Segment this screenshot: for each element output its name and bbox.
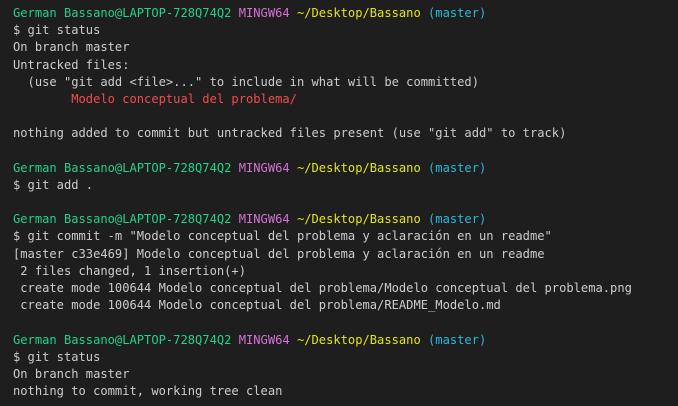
prompt-env: MINGW64 [238,6,290,20]
output-line: On branch master [13,40,130,55]
output-line: nothing to commit, working tree clean [13,384,283,399]
prompt-user-host: German Bassano@LAPTOP-728Q74Q2 [13,6,232,20]
prompt-env: MINGW64 [238,212,290,227]
prompt-path: ~/Desktop/Bassano [296,212,421,227]
command-line: $ git status [13,349,101,364]
prompt-user-host: German Bassano@LAPTOP-728Q74Q2 [13,212,232,227]
output-line: Untracked files: [13,57,130,72]
prompt-user-host: German Bassano@LAPTOP-728Q74Q2 [13,332,232,347]
prompt-path: ~/Desktop/Bassano [296,332,421,347]
prompt-branch: (master) [428,160,487,175]
output-line: create mode 100644 Modelo conceptual del… [13,298,501,313]
output-line: On branch master [13,366,130,381]
prompt-path: ~/Desktop/Bassano [296,6,421,20]
command-line: $ git commit -m "Modelo conceptual del p… [13,229,552,244]
output-line: (use "git add <file>..." to include in w… [13,74,479,89]
prompt-branch: (master) [428,332,487,347]
output-line: nothing added to commit but untracked fi… [13,126,567,141]
prompt-line: German Bassano@LAPTOP-728Q74Q2 MINGW64 ~… [13,160,678,177]
prompt-env: MINGW64 [238,160,290,175]
prompt-line: German Bassano@LAPTOP-728Q74Q2 MINGW64 ~… [13,211,678,228]
prompt-line: German Bassano@LAPTOP-728Q74Q2 MINGW64 ~… [13,5,678,22]
prompt-branch: (master) [428,6,487,20]
prompt-branch: (master) [428,212,487,227]
output-line: [master c33e469] Modelo conceptual del p… [13,246,545,261]
git-bash-terminal[interactable]: German Bassano@LAPTOP-728Q74Q2 MINGW64 ~… [0,0,678,406]
untracked-file-line: Modelo conceptual del problema/ [13,91,297,106]
prompt-line: German Bassano@LAPTOP-728Q74Q2 MINGW64 ~… [13,332,678,349]
prompt-env: MINGW64 [238,332,290,347]
prompt-path: ~/Desktop/Bassano [296,160,421,175]
command-line: $ git status [13,23,101,38]
output-line: 2 files changed, 1 insertion(+) [13,263,246,278]
output-line: create mode 100644 Modelo conceptual del… [13,281,632,295]
prompt-user-host: German Bassano@LAPTOP-728Q74Q2 [13,160,232,175]
command-line: $ git add . [13,177,94,192]
